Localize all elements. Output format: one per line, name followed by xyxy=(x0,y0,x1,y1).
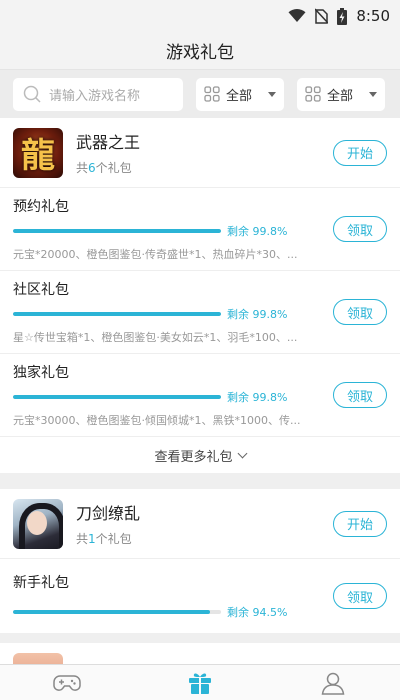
remaining-label: 剩余 99.8% xyxy=(227,225,288,238)
no-sim-icon xyxy=(315,8,329,24)
game-header: 刀剑缭乱 共1个礼包 开始 xyxy=(0,489,400,559)
gift-count-suffix: 个礼包 xyxy=(95,532,132,546)
game-name: 武器之王 xyxy=(76,133,141,152)
progress-fill xyxy=(13,229,221,233)
caret-down-icon xyxy=(369,91,377,97)
gift-icon xyxy=(188,673,211,694)
start-game-button[interactable]: 开始 xyxy=(333,510,387,537)
game-card-daojianliaoluan: 刀剑缭乱 共1个礼包 开始 新手礼包 剩余 94.5% 领取 xyxy=(0,489,400,633)
gift-progress: 剩余 99.8% xyxy=(13,389,325,405)
chevron-down-icon xyxy=(237,448,247,458)
remaining-label: 剩余 99.8% xyxy=(227,391,288,404)
bottom-tab-bar xyxy=(0,664,400,700)
category-dropdown[interactable]: 全部 xyxy=(196,77,284,111)
gift-count: 共6个礼包 xyxy=(76,159,333,176)
gift-main: 社区礼包 剩余 99.8% 星☆传世宝箱*1、橙色图鉴包·美女如云*1、羽毛*1… xyxy=(13,279,325,345)
claim-button[interactable]: 领取 xyxy=(333,299,387,325)
game-name: 刀剑缭乱 xyxy=(76,504,141,523)
type-dropdown[interactable]: 全部 xyxy=(297,77,385,111)
user-icon xyxy=(321,672,345,695)
gift-count-number: 1 xyxy=(88,532,96,546)
view-more-label: 查看更多礼包 xyxy=(154,449,233,465)
gift-description: 元宝*20000、橙色图鉴包·传奇盛世*1、热血碎片*30、... xyxy=(13,248,298,261)
search-input[interactable]: 请输入游戏名称 xyxy=(13,77,183,111)
claim-button[interactable]: 领取 xyxy=(333,583,387,609)
gift-name: 社区礼包 xyxy=(13,282,69,298)
page-header: 游戏礼包 xyxy=(0,32,400,70)
gift-count: 共1个礼包 xyxy=(76,530,333,547)
gift-count-prefix: 共 xyxy=(76,161,89,175)
progress-bar xyxy=(13,610,221,614)
tab-profile[interactable] xyxy=(267,665,400,700)
start-game-button[interactable]: 开始 xyxy=(333,139,387,166)
gift-count-prefix: 共 xyxy=(76,532,89,546)
category-dropdown-value: 全部 xyxy=(226,88,253,104)
tab-gifts[interactable] xyxy=(133,665,266,700)
gift-description: 星☆传世宝箱*1、橙色图鉴包·美女如云*1、羽毛*100、... xyxy=(13,331,298,344)
page-title: 游戏礼包 xyxy=(166,43,234,63)
gift-row: 新手礼包 剩余 94.5% 领取 xyxy=(0,559,400,633)
gift-main: 独家礼包 剩余 99.8% 元宝*30000、橙色图鉴包·倾国倾城*1、黑铁*1… xyxy=(13,362,325,428)
gift-name: 新手礼包 xyxy=(13,575,69,591)
gift-progress: 剩余 99.8% xyxy=(13,306,325,322)
game-info: 武器之王 共6个礼包 xyxy=(76,129,333,176)
gift-progress: 剩余 99.8% xyxy=(13,223,325,239)
claim-button[interactable]: 领取 xyxy=(333,216,387,242)
caret-down-icon xyxy=(268,91,276,97)
view-more-gifts-link[interactable]: 查看更多礼包 xyxy=(0,437,400,473)
remaining-label: 剩余 94.5% xyxy=(227,606,288,619)
gift-row: 社区礼包 剩余 99.8% 星☆传世宝箱*1、橙色图鉴包·美女如云*1、羽毛*1… xyxy=(0,271,400,354)
claim-button[interactable]: 领取 xyxy=(333,382,387,408)
game-icon[interactable]: 龍 xyxy=(13,127,63,178)
gift-row: 独家礼包 剩余 99.8% 元宝*30000、橙色图鉴包·倾国倾城*1、黑铁*1… xyxy=(0,354,400,437)
gift-row: 预约礼包 剩余 99.8% 元宝*20000、橙色图鉴包·传奇盛世*1、热血碎片… xyxy=(0,188,400,271)
progress-fill xyxy=(13,395,221,399)
grid-icon xyxy=(305,86,321,102)
gift-description: 元宝*30000、橙色图鉴包·倾国倾城*1、黑铁*1000、传... xyxy=(13,414,301,427)
status-bar: 8:50 xyxy=(0,0,400,32)
remaining-label: 剩余 99.8% xyxy=(227,308,288,321)
grid-icon xyxy=(204,86,220,102)
progress-bar xyxy=(13,395,221,399)
gift-name: 独家礼包 xyxy=(13,365,69,381)
battery-charging-icon xyxy=(337,7,348,25)
gift-name: 预约礼包 xyxy=(13,199,69,215)
game-card-wuqizhiwang: 龍 武器之王 共6个礼包 开始 预约礼包 剩余 99.8% 元宝*20000、橙… xyxy=(0,118,400,473)
search-icon xyxy=(23,85,41,103)
progress-fill xyxy=(13,312,221,316)
type-dropdown-value: 全部 xyxy=(327,88,354,104)
search-placeholder: 请输入游戏名称 xyxy=(49,88,141,104)
game-icon[interactable] xyxy=(13,498,63,549)
filter-bar: 请输入游戏名称 全部 全部 xyxy=(0,70,400,118)
gift-main: 新手礼包 剩余 94.5% xyxy=(13,572,325,620)
progress-fill xyxy=(13,610,210,614)
clock: 8:50 xyxy=(356,7,390,25)
gift-count-number: 6 xyxy=(88,161,96,175)
wifi-icon xyxy=(288,9,306,22)
gamepad-icon xyxy=(52,674,81,691)
gift-progress: 剩余 94.5% xyxy=(13,604,325,620)
progress-bar xyxy=(13,312,221,316)
gift-main: 预约礼包 剩余 99.8% 元宝*20000、橙色图鉴包·传奇盛世*1、热血碎片… xyxy=(13,196,325,262)
game-info: 刀剑缭乱 共1个礼包 xyxy=(76,500,333,547)
progress-bar xyxy=(13,229,221,233)
game-header: 龍 武器之王 共6个礼包 开始 xyxy=(0,118,400,188)
tab-games[interactable] xyxy=(0,665,133,700)
gift-count-suffix: 个礼包 xyxy=(95,161,132,175)
